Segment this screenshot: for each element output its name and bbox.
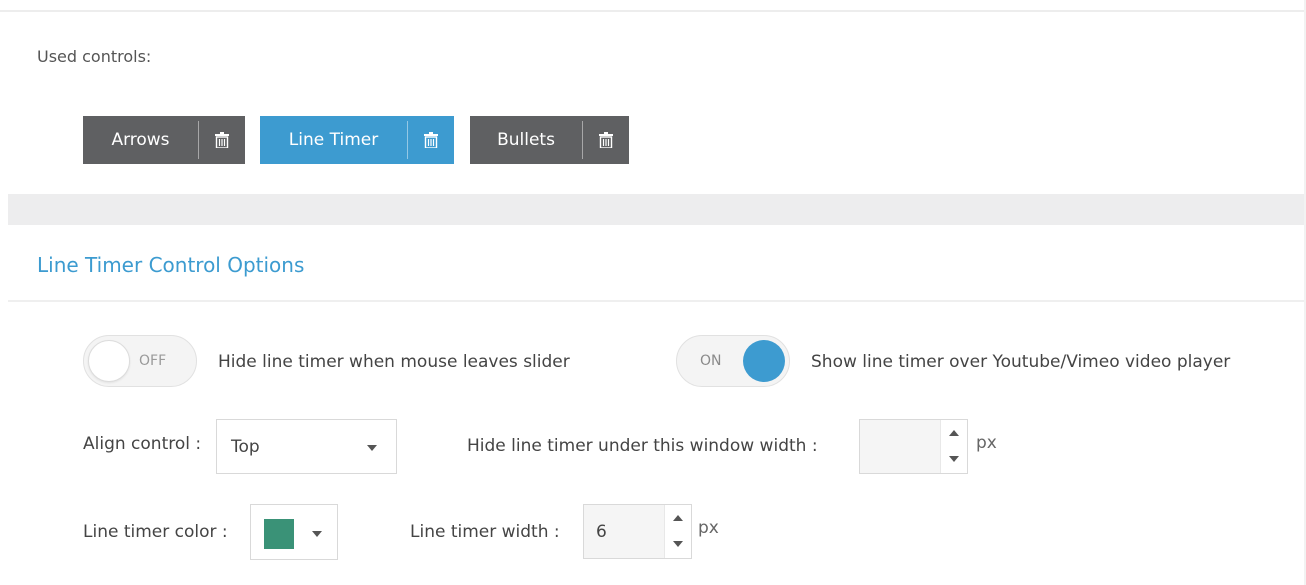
used-controls-label: Used controls:	[37, 47, 152, 66]
control-line-timer-label: Line Timer	[288, 130, 379, 150]
trash-icon	[424, 132, 438, 148]
arrow-up-icon	[673, 515, 683, 521]
section-divider	[8, 300, 1304, 302]
line-timer-width-input[interactable]: 6	[583, 504, 692, 559]
show-over-video-toggle[interactable]: ON	[676, 335, 790, 387]
section-title: Line Timer Control Options	[37, 253, 305, 277]
control-bullets-button[interactable]: Bullets	[470, 116, 629, 164]
control-arrows-label: Arrows	[111, 130, 170, 150]
line-timer-color-label: Line timer color :	[83, 522, 228, 542]
hide-on-leave-toggle[interactable]: OFF	[83, 335, 197, 387]
spin-down-button[interactable]	[665, 532, 691, 558]
toggle-state-label: OFF	[139, 353, 167, 369]
section-separator-band	[8, 194, 1304, 225]
toggle-knob	[743, 340, 785, 382]
caret-down-icon	[312, 531, 322, 537]
arrow-down-icon	[949, 456, 959, 462]
arrow-up-icon	[949, 430, 959, 436]
spin-up-button[interactable]	[941, 420, 967, 446]
hide-width-field[interactable]	[860, 420, 941, 473]
spin-up-button[interactable]	[665, 505, 691, 531]
line-timer-width-spinner	[664, 505, 691, 558]
align-control-value: Top	[231, 437, 260, 457]
top-divider	[0, 10, 1306, 12]
caret-down-icon	[367, 445, 377, 451]
line-timer-width-field[interactable]: 6	[584, 505, 665, 558]
toggle-state-label: ON	[700, 353, 722, 369]
spin-down-button[interactable]	[941, 447, 967, 473]
line-timer-width-unit: px	[698, 518, 719, 538]
trash-icon	[215, 132, 229, 148]
delete-bullets-button[interactable]	[583, 116, 629, 164]
control-line-timer-button[interactable]: Line Timer	[260, 116, 454, 164]
hide-on-leave-label: Hide line timer when mouse leaves slider	[218, 352, 570, 372]
hide-width-spinner	[940, 420, 967, 473]
hide-width-input[interactable]	[859, 419, 968, 474]
delete-line-timer-button[interactable]	[408, 116, 454, 164]
line-timer-width-label: Line timer width :	[410, 522, 560, 542]
align-control-label: Align control :	[83, 434, 202, 454]
control-arrows-button[interactable]: Arrows	[83, 116, 245, 164]
line-timer-color-picker[interactable]	[250, 504, 338, 560]
toggle-knob	[88, 340, 130, 382]
align-control-select[interactable]: Top	[216, 419, 397, 474]
delete-arrows-button[interactable]	[199, 116, 245, 164]
hide-width-unit: px	[976, 433, 997, 453]
trash-icon	[599, 132, 613, 148]
color-swatch	[264, 519, 294, 549]
arrow-down-icon	[673, 541, 683, 547]
show-over-video-label: Show line timer over Youtube/Vimeo video…	[811, 352, 1231, 372]
control-bullets-label: Bullets	[497, 130, 555, 150]
hide-width-label: Hide line timer under this window width …	[467, 436, 818, 456]
